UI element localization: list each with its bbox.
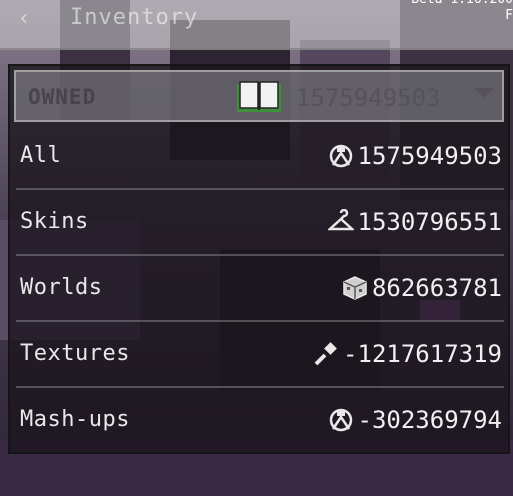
book-icon xyxy=(237,81,281,112)
paintbrush-icon xyxy=(314,342,337,366)
category-row-mashups[interactable]: Mash-ups -302369794 xyxy=(16,388,504,454)
category-count: 1530796551 xyxy=(357,208,503,236)
owned-label: OWNED xyxy=(28,85,97,109)
owned-total: 1575949503 xyxy=(296,84,441,112)
hanger-icon xyxy=(327,209,354,231)
category-label: Worlds xyxy=(20,275,103,300)
category-label: All xyxy=(20,143,62,168)
owned-filter-dropdown[interactable]: OWNED 1575949503 xyxy=(14,70,504,122)
page-title: Inventory xyxy=(70,5,199,30)
category-count: 862663781 xyxy=(371,274,502,302)
category-row-all[interactable]: All 1575949503 xyxy=(16,124,504,190)
category-count: -1217617319 xyxy=(343,340,502,368)
category-list: All 1575949503 Skins 1530796551 Worlds 8… xyxy=(16,124,504,454)
version-label: Beta 1.16.200 F xyxy=(411,0,513,23)
back-arrow-icon: ‹ xyxy=(17,6,31,31)
back-button[interactable]: ‹ xyxy=(10,4,38,36)
category-row-skins[interactable]: Skins 1530796551 xyxy=(16,190,504,256)
category-label: Mash-ups xyxy=(20,407,130,432)
chevron-down-icon xyxy=(474,88,494,98)
category-row-textures[interactable]: Textures -1217617319 xyxy=(16,322,504,388)
all-items-icon xyxy=(329,144,352,168)
inventory-panel: OWNED 1575949503 All 1575949503 Skins 15… xyxy=(8,64,510,454)
top-bar: ‹ Inventory Beta 1.16.200 F xyxy=(0,0,513,50)
category-count: 1575949503 xyxy=(357,142,503,170)
category-row-worlds[interactable]: Worlds 862663781 xyxy=(16,256,504,322)
mashup-icon xyxy=(329,408,352,432)
category-label: Skins xyxy=(20,209,89,234)
category-label: Textures xyxy=(20,341,130,366)
category-count: -302369794 xyxy=(357,406,503,434)
world-cube-icon xyxy=(343,276,367,300)
